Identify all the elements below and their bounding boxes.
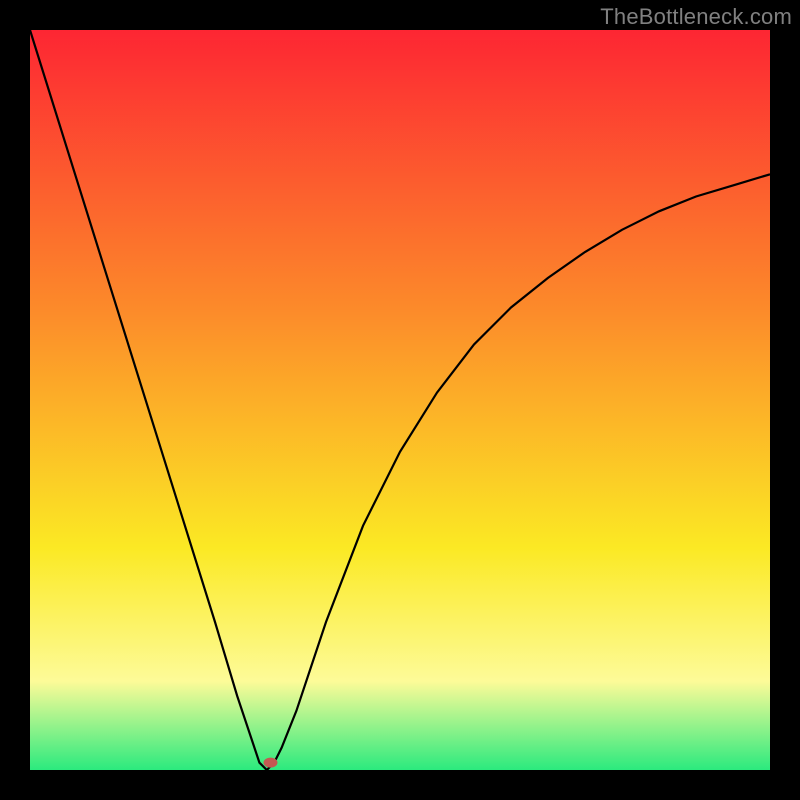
chart-frame: TheBottleneck.com xyxy=(0,0,800,800)
curve-svg xyxy=(30,30,770,770)
min-marker xyxy=(264,758,278,768)
plot-area xyxy=(30,30,770,770)
bottleneck-curve xyxy=(30,30,770,770)
watermark-text: TheBottleneck.com xyxy=(600,4,792,30)
